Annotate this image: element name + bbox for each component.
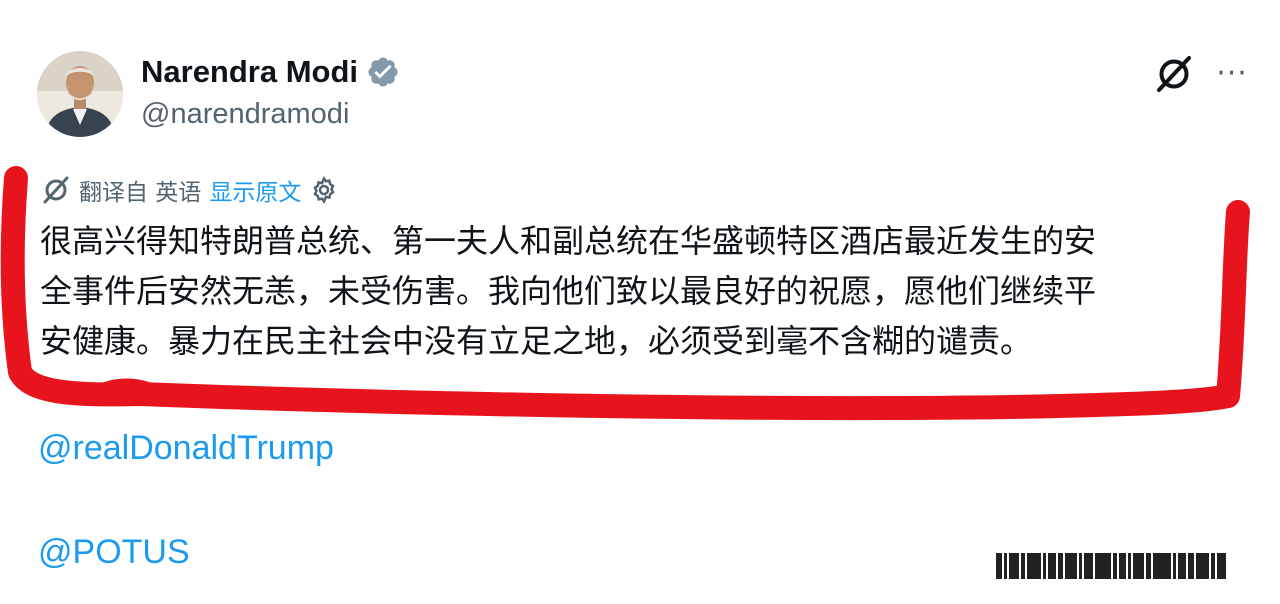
display-name-row[interactable]: Narendra Modi bbox=[141, 52, 400, 92]
more-options-icon[interactable]: ··· bbox=[1212, 56, 1252, 91]
mention-link[interactable]: @POTUS bbox=[38, 532, 190, 572]
user-handle[interactable]: @narendramodi bbox=[141, 96, 349, 132]
display-name[interactable]: Narendra Modi bbox=[141, 52, 358, 92]
tweet-line: 很高兴得知特朗普总统、第一夫人和副总统在华盛顿特区酒店最近发生的安 bbox=[40, 222, 1097, 260]
watermark bbox=[996, 553, 1266, 579]
tweet-line: 安健康。暴力在民主社会中没有立足之地，必须受到毫不含糊的谴责。 bbox=[40, 322, 1033, 360]
grok-icon bbox=[43, 176, 69, 204]
tweet-text: 很高兴得知特朗普总统、第一夫人和副总统在华盛顿特区酒店最近发生的安 全事件后安然… bbox=[40, 216, 1230, 366]
grok-icon[interactable] bbox=[1154, 54, 1194, 94]
show-original-link[interactable]: 显示原文 bbox=[209, 173, 301, 207]
translated-from-label: 翻译自 英语 bbox=[79, 180, 202, 206]
translation-bar: 翻译自 英语 显示原文 bbox=[41, 172, 339, 208]
gear-icon[interactable] bbox=[309, 175, 339, 205]
avatar[interactable] bbox=[37, 51, 123, 137]
mention-link[interactable]: @realDonaldTrump bbox=[38, 428, 334, 468]
verified-badge-icon bbox=[368, 57, 398, 87]
tweet-line: 全事件后安然无恙，未受伤害。我向他们致以最良好的祝愿，愿他们继续平 bbox=[40, 272, 1097, 310]
